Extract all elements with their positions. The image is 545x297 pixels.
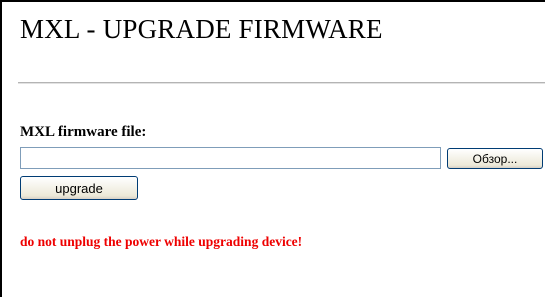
page-frame: MXL - UPGRADE FIRMWARE MXL firmware file…	[0, 0, 545, 297]
frame-left-border	[0, 0, 2, 297]
upgrade-button[interactable]: upgrade	[20, 176, 138, 200]
power-warning-text: do not unplug the power while upgrading …	[20, 234, 303, 249]
firmware-file-input[interactable]	[20, 147, 441, 169]
firmware-file-label: MXL firmware file:	[20, 124, 147, 140]
horizontal-divider	[18, 82, 545, 84]
page-title: MXL - UPGRADE FIRMWARE	[20, 14, 383, 44]
frame-top-border	[0, 0, 545, 2]
browse-button[interactable]: Обзор...	[447, 148, 543, 169]
